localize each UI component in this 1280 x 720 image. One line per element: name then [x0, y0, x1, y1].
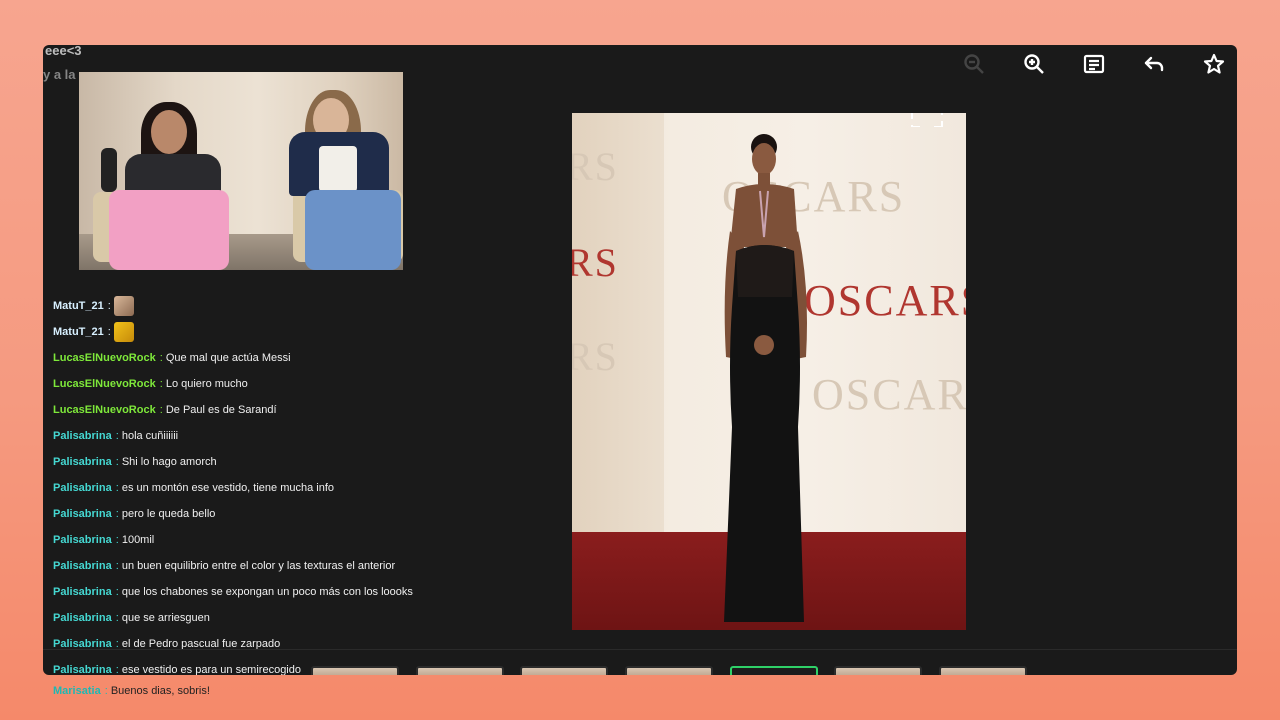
person-left-face: [151, 110, 187, 154]
chat-text: Shi lo hago amorch: [121, 456, 217, 468]
reply-icon: [1144, 56, 1164, 72]
chat-message: LucasElNuevoRock: De Paul es de Sarandí: [53, 397, 533, 423]
star-icon: [1203, 53, 1225, 74]
chat-message: MatuT_21:: [53, 319, 533, 345]
person-right-jeans: [305, 190, 401, 270]
chat-username: Palisabrina: [53, 534, 112, 546]
chat-message: Palisabrina: un buen equilibrio entre el…: [53, 553, 533, 579]
chat-username: MatuT_21: [53, 326, 104, 338]
emote-2: [113, 322, 134, 342]
chat-message: Palisabrina: Shi lo hago amorch: [53, 449, 533, 475]
chat-overlay: MatuT_21: MatuT_21: LucasElNuevoRock: Qu…: [53, 293, 533, 675]
chat-username: Palisabrina: [53, 508, 112, 520]
backdrop-text: RS: [572, 240, 619, 285]
thumbnail[interactable]: [311, 666, 399, 675]
chat-username: Palisabrina: [53, 612, 112, 624]
emote-1: [113, 296, 134, 316]
chat-message-outside: Marisatia: Buenos dias, sobris!: [53, 685, 210, 697]
chat-icon: [1083, 54, 1105, 74]
chat-message: LucasElNuevoRock: Lo quiero mucho: [53, 371, 533, 397]
chat-text: Que mal que actúa Messi: [165, 352, 291, 364]
chat-message: Palisabrina: que se arriesguen: [53, 605, 533, 631]
thumbnail[interactable]: [625, 666, 713, 675]
chat-username: Palisabrina: [53, 586, 112, 598]
chat-message: Palisabrina: pero le queda bello: [53, 501, 533, 527]
favorite-button[interactable]: [1201, 51, 1227, 77]
chat-text: De Paul es de Sarandí: [165, 404, 277, 416]
chat-text: pero le queda bello: [121, 508, 216, 520]
chat-username: LucasElNuevoRock: [53, 352, 156, 364]
chat-username: Palisabrina: [53, 456, 112, 468]
chat-message: Palisabrina: que los chabones se exponga…: [53, 579, 533, 605]
chat-username: LucasElNuevoRock: [53, 378, 156, 390]
thumbnail[interactable]: [834, 666, 922, 675]
chat-message: MatuT_21:: [53, 293, 533, 319]
person-figure: [724, 134, 807, 622]
chat-text: Buenos dias, sobris!: [110, 685, 210, 697]
main-photo[interactable]: OSCARS OSCARS OSCARS RS RS RS: [572, 113, 966, 630]
chat-text: un buen equilibrio entre el color y las …: [121, 560, 396, 572]
backdrop-text: RS: [572, 144, 619, 189]
chat-text: 100mil: [121, 534, 155, 546]
back-button[interactable]: [1141, 51, 1167, 77]
viewer-window: eee<3 y a la MatuT_21: MatuT_21: Lucas…: [43, 45, 1237, 675]
chat-username: MatuT_21: [53, 300, 104, 312]
backdrop-text: RS: [572, 334, 619, 379]
thumbnail[interactable]: [520, 666, 608, 675]
chat-text: que se arriesguen: [121, 612, 210, 624]
chat-message: Palisabrina: es un montón ese vestido, t…: [53, 475, 533, 501]
ghost-chat-line: eee<3: [45, 45, 82, 58]
thumbnail-strip: [43, 649, 1237, 675]
chat-text: Lo quiero mucho: [165, 378, 248, 390]
chat-username: Palisabrina: [53, 560, 112, 572]
chat-message: Palisabrina: hola cuñiiiiii: [53, 423, 533, 449]
chat-text: hola cuñiiiiii: [121, 430, 179, 442]
webcam-feed: [79, 72, 403, 270]
chat-text: es un montón ese vestido, tiene mucha in…: [121, 482, 335, 494]
toolbar: [961, 51, 1227, 77]
zoom-in-button[interactable]: [1021, 51, 1047, 77]
caption-button[interactable]: [1081, 51, 1107, 77]
fullscreen-icon[interactable]: [910, 113, 944, 127]
chat-message: Palisabrina: 100mil: [53, 527, 533, 553]
thumbnail-active[interactable]: [730, 666, 818, 675]
chat-username: Marisatia: [53, 685, 101, 697]
chat-text: que los chabones se expongan un poco más…: [121, 586, 413, 598]
zoom-out-icon: [964, 54, 984, 74]
chat-username: Palisabrina: [53, 482, 112, 494]
ghost-chat-line-2: y a la: [43, 67, 76, 82]
thumbnail[interactable]: [939, 666, 1027, 675]
thumbnail[interactable]: [416, 666, 504, 675]
microphone: [101, 148, 117, 192]
person-left-pants: [109, 190, 229, 270]
chat-username: Palisabrina: [53, 430, 112, 442]
chat-message: LucasElNuevoRock: Que mal que actúa Mess…: [53, 345, 533, 371]
chat-username: LucasElNuevoRock: [53, 404, 156, 416]
person-right-top: [319, 146, 357, 192]
zoom-in-icon: [1024, 54, 1044, 74]
zoom-out-button[interactable]: [961, 51, 987, 77]
